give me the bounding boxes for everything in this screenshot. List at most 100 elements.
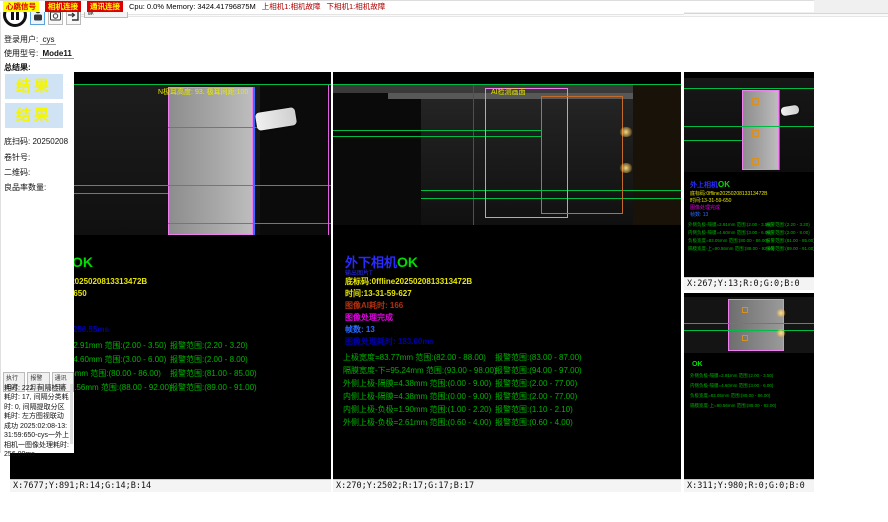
bottom-scan-field: 底扫码: 20250208	[4, 136, 68, 147]
thumb1-alarm: 报警范围:(2.00 - 8.00)	[766, 230, 810, 236]
bottom-scan-value: 20250208	[32, 137, 68, 146]
electrode-region	[728, 299, 784, 351]
measure-line-green	[684, 126, 814, 127]
thumb1-alarm: 报警范围:(2.20 - 3.20)	[766, 222, 810, 228]
alarm-range-text: 报警范围:(2.20 - 3.20)	[170, 340, 248, 351]
lower-camera-fault-text: 下相机1:相机故障	[327, 1, 386, 12]
right-control-panel: 登录用户: cys 使用型号: Mode11 总结果: 结果 结果 底扫码: 2…	[0, 0, 74, 453]
center-elapsed-text: 图像处理耗时: 183.00ms	[345, 336, 434, 347]
camera-link-badge: 相机连接	[45, 1, 81, 12]
heartbeat-badge: 心跳信号	[3, 1, 39, 12]
aux-thumbnail-1[interactable]: 外上相机OK 底标码:0ffline2025020813313472B 时间:1…	[684, 72, 814, 277]
center-time-text: 时间:13-31-59-627	[345, 288, 412, 299]
machine-side	[633, 85, 681, 225]
model-label: 使用型号:	[4, 49, 38, 58]
reflection-glow	[776, 309, 786, 317]
guide-line-green	[684, 88, 814, 89]
thumb2-measure: 内侧负极-隔膜=4.60mm 范围:(3.00 - 6.00)	[690, 383, 773, 389]
qr-code-field: 二维码:	[4, 167, 30, 178]
thumb1-frames: 帧数: 13	[690, 211, 708, 218]
left-coords-bar: X:7677;Y:891;R:14;G:14;B:14	[10, 479, 331, 492]
upper-camera-fault-text: 上相机1:相机故障	[262, 1, 321, 12]
total-result-label: 总结果:	[4, 62, 31, 73]
thumb1-status: 图像处理完成	[690, 204, 720, 211]
login-user-label: 登录用户:	[4, 35, 38, 44]
defect-marker	[742, 335, 748, 341]
center-barcode-text: 底标码:0ffline2025020813313472B	[345, 276, 472, 287]
login-user-value[interactable]: cys	[40, 35, 56, 45]
thumb2-measure: 负极宽度=83.05mm 范围:(80.00 - 86.00)	[690, 393, 770, 399]
edge-line-magenta	[328, 85, 329, 235]
measure-line-green	[684, 330, 814, 331]
center-camera-image: AI检测画面	[333, 85, 681, 225]
ai-view-annotation: AI检测画面	[491, 87, 526, 97]
measurement-row: 内侧上极-隔膜=4.38mm 范围:(0.00 - 9.00) 报警范围:(2.…	[343, 391, 681, 402]
thumb1-barcode: 底标码:0ffline2025020813313472B	[690, 190, 767, 197]
measurement-text: 外侧上极-隔膜=4.38mm 范围:(0.00 - 9.00)	[343, 379, 491, 388]
measurement-row: 外侧上极-负极=2.61mm 范围:(0.60 - 4.00) 报警范围:(0.…	[343, 417, 681, 428]
result-box-1: 结果	[5, 74, 63, 99]
measure-line-green	[168, 127, 260, 128]
measurement-text: 隔膜宽度-下=95.24mm 范围:(93.00 - 98.00)	[343, 366, 497, 375]
alarm-range-text: 报警范围:(94.00 - 97.00)	[495, 365, 582, 376]
bottom-scan-label: 底扫码:	[4, 137, 30, 146]
login-user-field: 登录用户: cys	[4, 34, 56, 45]
alarm-range-text: 报警范围:(89.00 - 91.00)	[170, 382, 257, 393]
thumb1-image	[684, 78, 814, 172]
thumb1-coords-bar: X:267;Y:13;R:0;G:0;B:0	[684, 277, 814, 290]
measure-line-green	[684, 323, 814, 324]
alarm-range-text: 报警范围:(83.00 - 87.00)	[495, 352, 582, 363]
model-value[interactable]: Mode11	[40, 49, 73, 59]
roi-rect-orange	[541, 96, 623, 214]
electrode-region	[168, 87, 253, 235]
left-ok-status: OK	[72, 254, 93, 270]
comm-link-badge: 通讯连接	[87, 1, 123, 12]
image-dark-region	[260, 85, 331, 235]
defect-marker	[752, 130, 759, 137]
defect-marker	[742, 307, 748, 313]
thumb1-time: 时间:13-31-59-650	[690, 197, 731, 204]
cpu-memory-text: Cpu: 0.0% Memory: 3424.41796875M	[129, 2, 256, 11]
thumb1-camera-name: 外上相机	[690, 182, 718, 189]
thumb2-measure: 外侧负极-隔膜=2.91mm 范围:(2.00 - 3.50)	[690, 373, 773, 379]
center-ok-status: OK	[397, 254, 418, 270]
thumb1-measure: 外侧负极-隔膜=2.91mm 范围:(2.00 - 3.50)	[688, 222, 771, 228]
thumb2-ok-status: OK	[692, 361, 703, 368]
aux-thumbnail-2[interactable]: OK 外侧负极-隔膜=2.91mm 范围:(2.00 - 3.50) 内侧负极-…	[684, 293, 814, 479]
measure-line-green	[168, 223, 331, 224]
measurement-text: 上极宽度=83.77mm 范围:(82.00 - 88.00)	[343, 353, 486, 362]
reel-number-field: 卷针号:	[4, 152, 30, 163]
thumb1-alarm: 报警范围:(89.00 - 91.00)	[766, 246, 814, 252]
connector-tab	[780, 105, 799, 117]
thumb1-measure: 负极宽度=83.05mm 范围:(80.00 - 86.00)	[688, 238, 768, 244]
center-camera-view[interactable]: AI检测画面 外下相机OK 输出图片T 底标码:0ffline202502081…	[333, 72, 681, 479]
thumb2-image	[684, 297, 814, 353]
result-box-2: 结果	[5, 103, 63, 128]
measurement-text: 内侧上极-负极=1.90mm 范围:(1.00 - 2.20)	[343, 405, 491, 414]
defect-marker	[752, 158, 759, 165]
electrode-region	[742, 90, 779, 170]
measurement-text: 外侧上极-负极=2.61mm 范围:(0.60 - 4.00)	[343, 418, 491, 427]
thumb1-measure: 内侧负极-隔膜=4.60mm 范围:(3.00 - 6.00)	[688, 230, 771, 236]
center-ai-time-text: 图像AI耗时: 166	[345, 300, 403, 311]
center-frames-text: 帧数: 13	[345, 324, 375, 335]
alarm-range-text: 报警范围:(2.00 - 77.00)	[495, 378, 577, 389]
measurement-row: 隔膜宽度-下=95.24mm 范围:(93.00 - 98.00) 报警范围:(…	[343, 365, 681, 376]
log-scrollbar[interactable]	[70, 384, 73, 444]
reflection-glow	[776, 329, 786, 337]
measurement-text: 内侧上极-隔膜=4.38mm 范围:(0.00 - 9.00)	[343, 392, 491, 401]
thumb1-alarm: 报警范围:(81.00 - 85.00)	[766, 238, 814, 244]
measurement-row: 上极宽度=83.77mm 范围:(82.00 - 88.00) 报警范围:(83…	[343, 352, 681, 363]
thumb1-ok-status: OK	[718, 180, 730, 189]
thumb2-coords-bar: X:311;Y:980;R:0;G:0;B:0	[684, 479, 814, 492]
app-window: CYS-视觉检测系统 ─ □ ✕ C 系统配置 相机配置 通讯配置 3D手配置 …	[0, 0, 888, 522]
status-bar: 心跳信号 相机连接 通讯连接 Cpu: 0.0% Memory: 3424.41…	[0, 0, 814, 12]
edge-line-green	[473, 85, 474, 225]
measurement-row: 内侧上极-负极=1.90mm 范围:(1.00 - 2.20) 报警范围:(1.…	[343, 404, 681, 415]
measure-line-green	[684, 140, 742, 141]
edge-line-blue	[779, 90, 780, 170]
alarm-range-text: 报警范围:(2.00 - 8.00)	[170, 354, 248, 365]
tab-height-annotation: N极耳高度: 93. 极耳间距:100	[158, 87, 248, 97]
model-field: 使用型号: Mode11	[4, 48, 74, 59]
yield-count-field: 良品率数量:	[4, 182, 46, 193]
